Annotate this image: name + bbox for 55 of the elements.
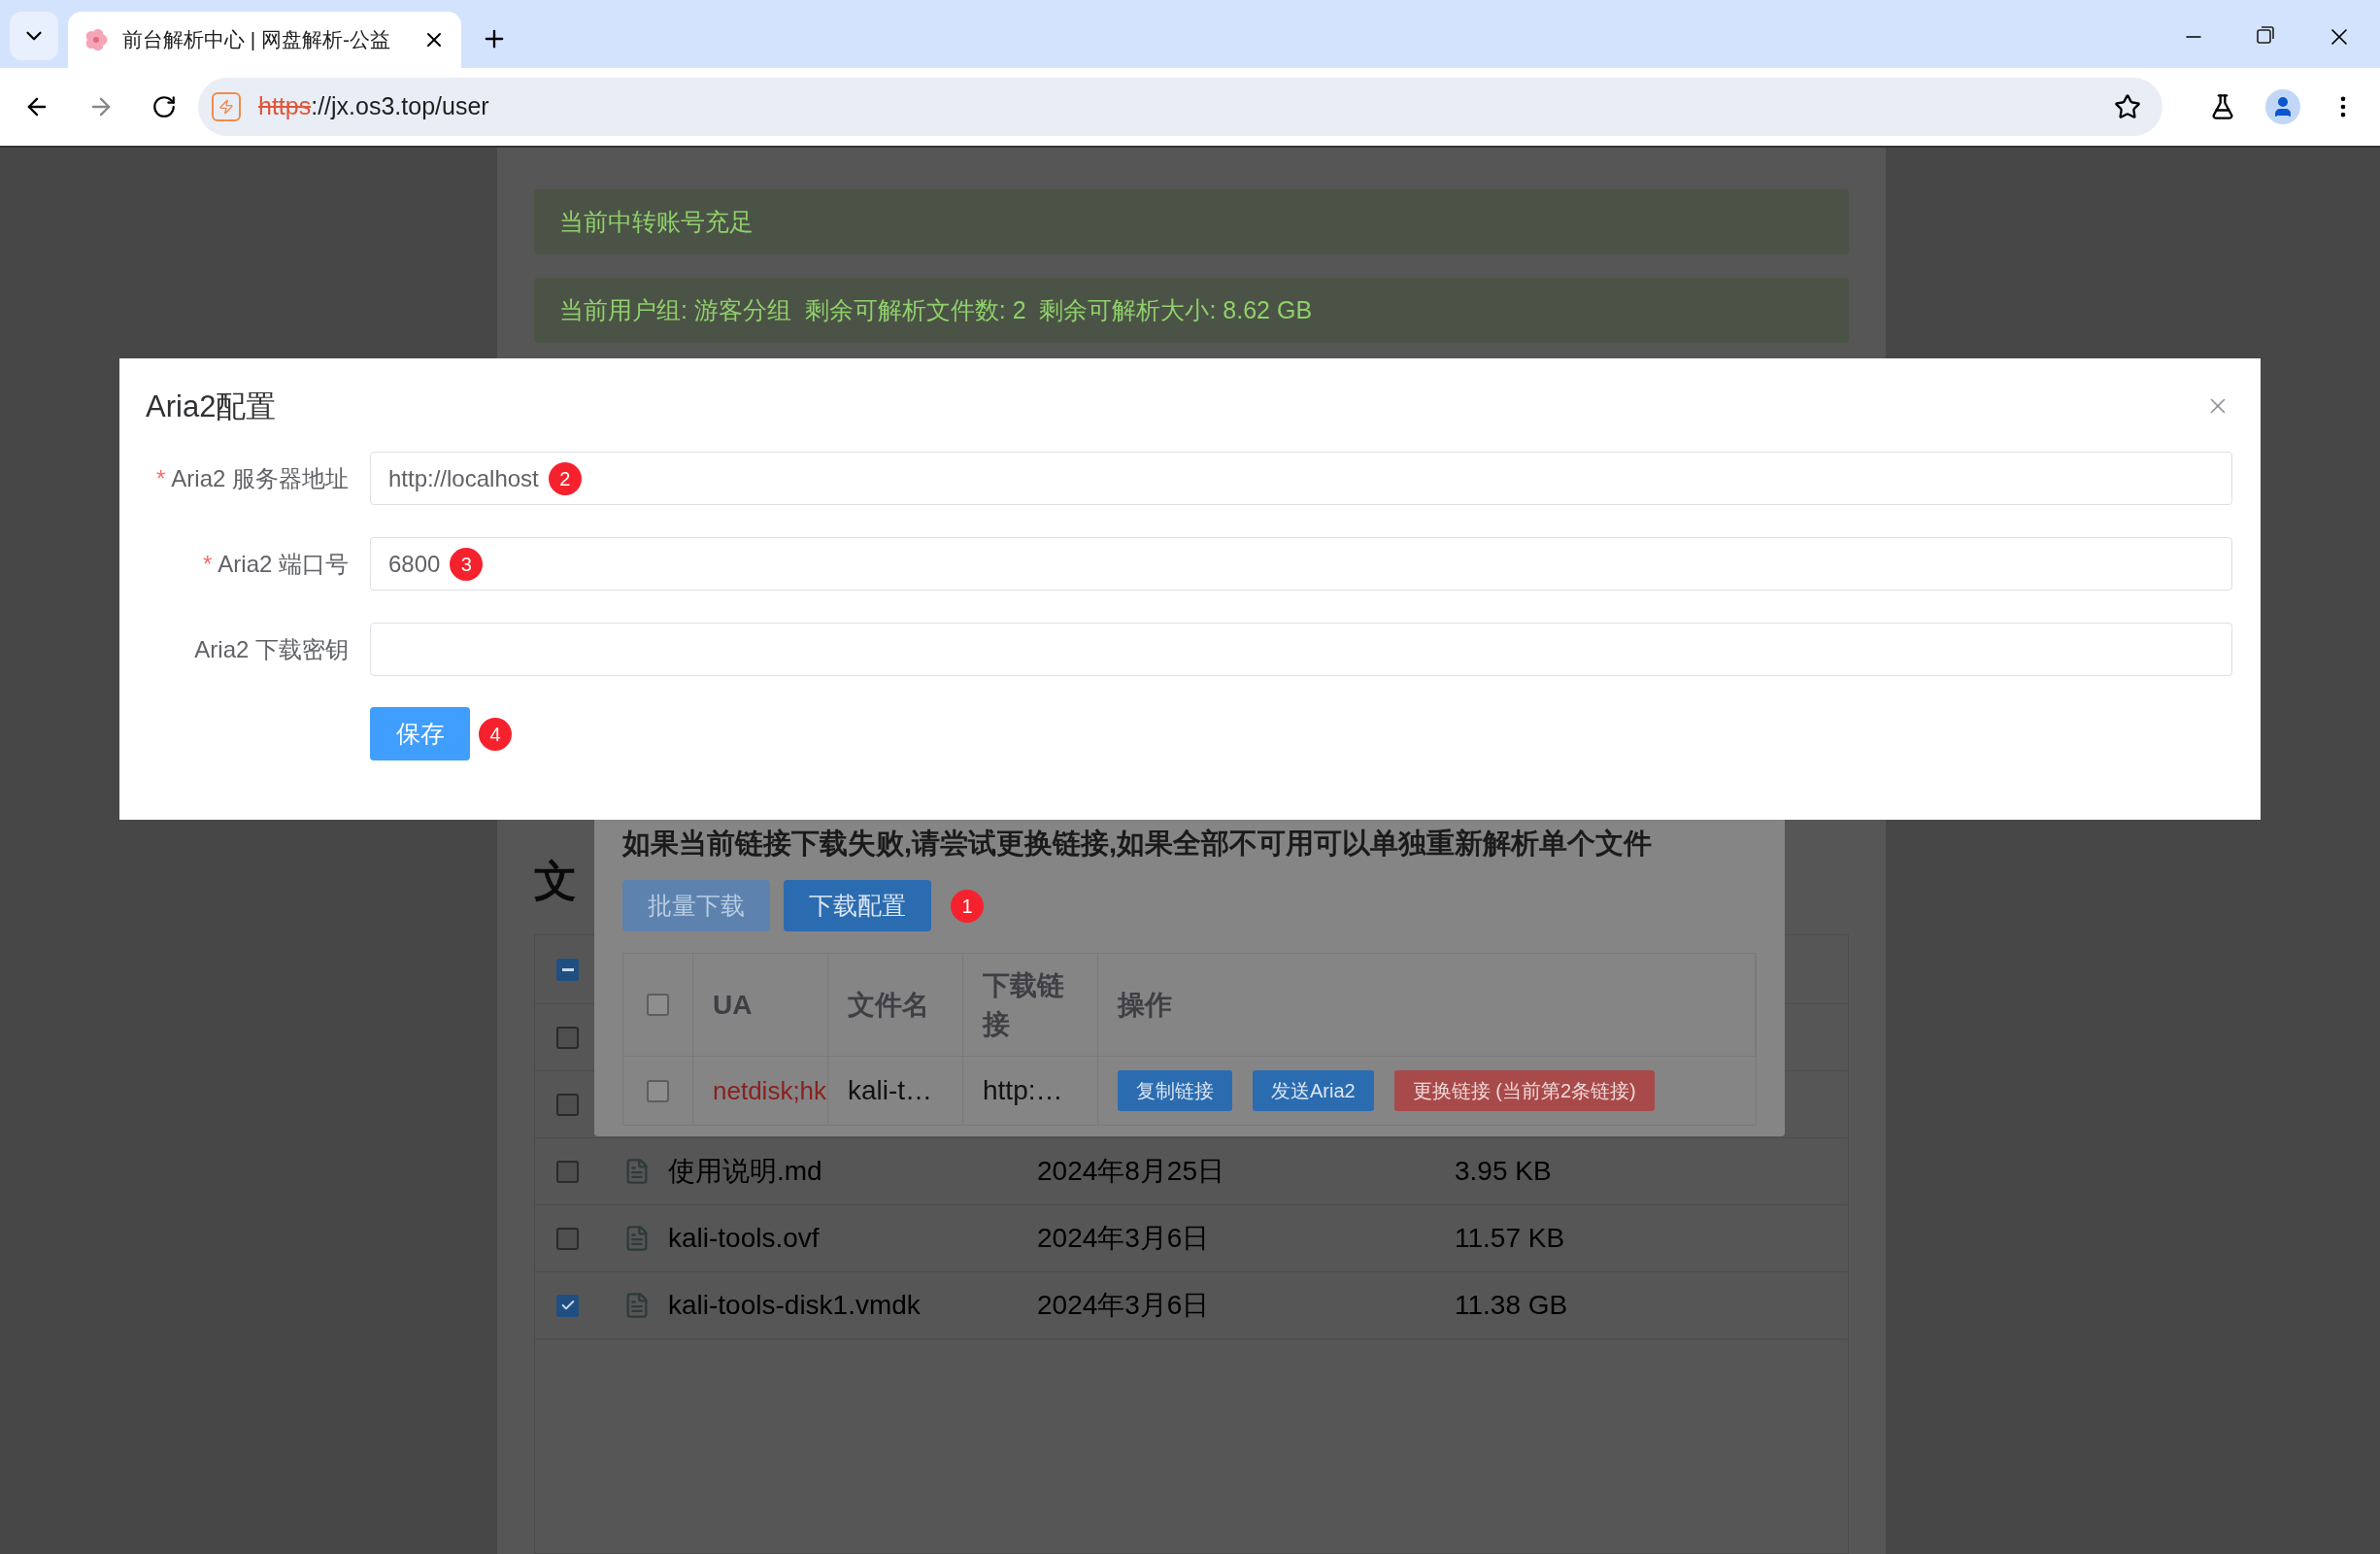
input-field[interactable]: 6800 3 xyxy=(370,537,2232,591)
action-button[interactable]: 下载配置 xyxy=(784,880,931,931)
step-badge: 4 xyxy=(479,717,512,751)
checkbox[interactable] xyxy=(647,994,669,1016)
size-cell-text: 11.38 GB xyxy=(1454,1289,1568,1322)
date-cell-text: 2024年8月25日 xyxy=(1036,1155,1225,1188)
file-name[interactable]: kali-tools.ovf xyxy=(668,1218,820,1259)
input-field[interactable]: http://localhost 2 xyxy=(370,452,2232,505)
column-header: 文件名 xyxy=(848,988,929,1022)
bookmark-star-icon[interactable] xyxy=(2114,93,2141,120)
checkbox[interactable] xyxy=(556,1026,579,1049)
field-label: * Aria2 端口号 xyxy=(202,549,349,579)
checkbox[interactable] xyxy=(556,958,579,981)
step-badge: 3 xyxy=(450,547,484,581)
field-label: Aria2 下载密钥 xyxy=(194,634,349,664)
checkbox[interactable] xyxy=(556,1093,579,1116)
dialog-title: Aria2配置 xyxy=(146,388,277,425)
flower-icon xyxy=(84,27,109,52)
size-cell-text: 11.57 KB xyxy=(1454,1222,1565,1255)
checkbox[interactable] xyxy=(556,1294,579,1317)
tab-title: 前台解析中心 | 网盘解析-公益 xyxy=(122,27,392,53)
url-text: https://jx.os3.top/user xyxy=(258,91,489,122)
column-header: UA xyxy=(713,988,753,1022)
ua-cell-text: netdisk;hk xyxy=(713,1074,827,1107)
row-action-button[interactable]: 发送Aria2 xyxy=(1253,1070,1374,1111)
flask-icon[interactable] xyxy=(2209,93,2236,120)
input-field[interactable] xyxy=(370,623,2232,676)
address-bar[interactable]: https://jx.os3.top/user xyxy=(198,78,2162,136)
size-cell-text: 3.95 KB xyxy=(1454,1155,1552,1188)
reload-icon[interactable] xyxy=(151,94,177,119)
file-name-cell-text: kali-t… xyxy=(848,1074,933,1107)
field-label: * Aria2 服务器地址 xyxy=(155,463,349,493)
row-action-button[interactable]: 更换链接 (当前第2条链接) xyxy=(1393,1070,1655,1111)
browser-tab[interactable]: 前台解析中心 | 网盘解析-公益 xyxy=(68,12,461,68)
link-cell-text: http:… xyxy=(983,1074,1063,1107)
row-action-button[interactable]: 复制链接 xyxy=(1118,1070,1232,1111)
column-header: 操作 xyxy=(1118,988,1172,1022)
date-cell-text: 2024年3月6日 xyxy=(1036,1222,1211,1255)
column-header: 下载链接 xyxy=(983,968,1065,1041)
profile-icon[interactable] xyxy=(2265,89,2300,124)
checkbox[interactable] xyxy=(647,1079,669,1102)
file-name[interactable]: kali-tools-disk1.vmdk xyxy=(668,1285,921,1326)
save-button[interactable]: 保存 xyxy=(370,707,470,760)
step-badge: 2 xyxy=(548,461,582,495)
checkbox[interactable] xyxy=(556,1160,579,1183)
file-name[interactable]: 使用说明.md xyxy=(668,1151,822,1192)
restore-icon[interactable] xyxy=(2256,25,2275,45)
minus-icon xyxy=(561,967,574,971)
step-badge: 1 xyxy=(951,889,984,923)
date-cell-text: 2024年3月6日 xyxy=(1036,1289,1211,1322)
alert: 当前中转账号充足 xyxy=(534,189,1849,254)
alert: 当前用户组: 游客分组 剩余可解析文件数: 2 剩余可解析大小: 8.62 GB xyxy=(534,278,1849,343)
notice-text: 如果当前链接下载失败,请尝试更换链接,如果全部不可用可以单独重新解析单个文件 xyxy=(622,827,1654,861)
section-heading: 文 xyxy=(534,856,577,906)
checkbox[interactable] xyxy=(556,1227,579,1250)
